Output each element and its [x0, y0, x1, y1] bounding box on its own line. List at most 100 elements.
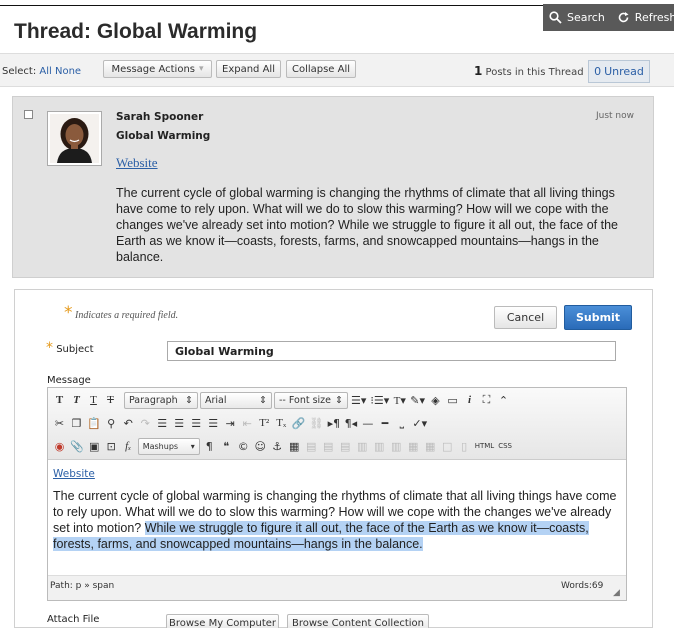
- thick-rule-icon[interactable]: ━: [377, 414, 392, 432]
- justify-icon[interactable]: ☰: [206, 414, 221, 432]
- select-controls: Select: All None: [2, 66, 81, 77]
- emoticon-icon[interactable]: ☺: [253, 437, 268, 455]
- post-select-checkbox[interactable]: [24, 110, 33, 119]
- cancel-button[interactable]: Cancel: [494, 306, 557, 329]
- editor-body[interactable]: The current cycle of global warming is c…: [53, 488, 618, 552]
- refresh-icon: [618, 12, 629, 23]
- strikethrough-icon[interactable]: T: [103, 391, 118, 409]
- table-props-icon[interactable]: □: [440, 437, 455, 455]
- toolbar-row-3: ◉ 📎 ▣ ⊡ fₓ Mashups ▾ ¶ ❝ © ☺ ⚓ ▦ ▤ ▤ ▤ ▥ …: [52, 436, 513, 456]
- top-action-bar: Search Refresh: [543, 4, 674, 31]
- font-select[interactable]: Arial ⇕: [200, 391, 272, 409]
- avatar: [47, 111, 102, 166]
- subject-input[interactable]: Global Warming: [167, 341, 616, 361]
- outdent-icon[interactable]: ⇤: [240, 414, 255, 432]
- link-icon[interactable]: 🔗: [291, 414, 307, 432]
- resize-grip-icon[interactable]: ◢: [613, 588, 623, 598]
- subject-label: * Subject: [46, 340, 94, 356]
- blockquote-icon[interactable]: ❝: [219, 437, 234, 455]
- horizontal-rule-icon[interactable]: —: [360, 414, 375, 432]
- paragraph-mark-icon[interactable]: ¶: [202, 437, 217, 455]
- underline-icon[interactable]: T: [86, 391, 101, 409]
- select-all-link[interactable]: All: [39, 66, 51, 77]
- indent-icon[interactable]: ⇥: [223, 414, 238, 432]
- search-button[interactable]: Search: [543, 11, 611, 24]
- font-size-select[interactable]: -- Font size ⇕: [274, 391, 348, 409]
- align-center-icon[interactable]: ☰: [172, 414, 187, 432]
- editor-toolbar: T T T T Paragraph ⇕ Arial ⇕ -- Font size ⇕ …: [48, 388, 626, 460]
- undo-icon[interactable]: ↶: [121, 414, 136, 432]
- numbered-list-icon[interactable]: ⁝☰▾: [369, 391, 390, 409]
- align-left-icon[interactable]: ☰: [155, 414, 170, 432]
- nonbreaking-space-icon[interactable]: ⎵: [394, 414, 409, 432]
- table-delete-col-icon[interactable]: ▥: [389, 437, 404, 455]
- collapse-toolbar-icon[interactable]: ⌃: [496, 391, 511, 409]
- chevron-updown-icon: ⇕: [185, 394, 193, 406]
- attach-file-label: Attach File: [47, 614, 100, 625]
- collapse-all-button[interactable]: Collapse All: [286, 60, 356, 78]
- post-website-link[interactable]: Website: [116, 155, 158, 171]
- table-merge-icon[interactable]: ▦: [423, 437, 438, 455]
- superscript-icon[interactable]: T²: [257, 414, 272, 432]
- bullet-list-icon[interactable]: ☰▾: [350, 391, 367, 409]
- highlight-icon[interactable]: ✎▾: [409, 391, 426, 409]
- required-star-icon: *: [46, 340, 53, 356]
- align-right-icon[interactable]: ☰: [189, 414, 204, 432]
- table-icon[interactable]: ▦: [287, 437, 302, 455]
- message-actions-label: Message Actions: [111, 63, 195, 75]
- message-actions-button[interactable]: Message Actions ▾: [103, 60, 212, 78]
- paragraph-select[interactable]: Paragraph ⇕: [124, 391, 198, 409]
- required-note: * Indicates a required field.: [64, 303, 178, 323]
- italic-icon[interactable]: T: [69, 391, 84, 409]
- table-split-icon[interactable]: ▦: [406, 437, 421, 455]
- table-row-before-icon[interactable]: ▤: [304, 437, 319, 455]
- table-delete-row-icon[interactable]: ▤: [338, 437, 353, 455]
- html-source-icon[interactable]: HTML: [474, 437, 495, 455]
- unread-button[interactable]: 0 Unread: [588, 60, 650, 83]
- eraser-icon[interactable]: ◈: [428, 391, 443, 409]
- redo-icon[interactable]: ↷: [138, 414, 153, 432]
- attachment-icon[interactable]: 📎: [69, 437, 85, 455]
- paste-icon[interactable]: 📋: [86, 414, 102, 432]
- table-row-after-icon[interactable]: ▤: [321, 437, 336, 455]
- table-col-before-icon[interactable]: ▥: [355, 437, 370, 455]
- preview-icon[interactable]: ▭: [445, 391, 460, 409]
- browse-my-computer-button[interactable]: Browse My Computer: [166, 614, 279, 628]
- fullscreen-icon[interactable]: ⛶: [479, 391, 494, 409]
- math-icon[interactable]: fₓ: [121, 437, 136, 455]
- toolbar-row-1: T T T T Paragraph ⇕ Arial ⇕ -- Font size ⇕ …: [52, 390, 511, 410]
- subscript-icon[interactable]: Tₓ: [274, 414, 289, 432]
- copyright-icon[interactable]: ©: [236, 437, 251, 455]
- table-cell-icon[interactable]: ▯: [457, 437, 472, 455]
- chevron-down-icon: ▾: [199, 64, 204, 74]
- text-color-icon[interactable]: T▾: [392, 391, 407, 409]
- expand-all-button[interactable]: Expand All: [216, 60, 281, 78]
- font-size-select-value: -- Font size: [279, 394, 331, 406]
- editor-website-link[interactable]: Website: [53, 468, 95, 480]
- copy-icon[interactable]: ❐: [69, 414, 84, 432]
- image-icon[interactable]: ▣: [87, 437, 102, 455]
- css-icon[interactable]: CSS: [497, 437, 513, 455]
- spellcheck-icon[interactable]: ✓▾: [411, 414, 428, 432]
- required-note-text: Indicates a required field.: [75, 310, 179, 321]
- unlink-icon[interactable]: ⛓: [308, 414, 324, 432]
- word-count: Words:69: [561, 581, 604, 591]
- info-icon[interactable]: i: [462, 391, 477, 409]
- find-icon[interactable]: ⚲: [104, 414, 119, 432]
- bold-icon[interactable]: T: [52, 391, 67, 409]
- browse-content-collection-button[interactable]: Browse Content Collection: [287, 614, 429, 628]
- cut-icon[interactable]: ✂: [52, 414, 67, 432]
- required-star-icon: *: [64, 303, 73, 323]
- refresh-button[interactable]: Refresh: [611, 11, 674, 24]
- select-none-link[interactable]: None: [55, 66, 81, 77]
- mashups-select[interactable]: Mashups ▾: [137, 437, 200, 455]
- media-icon[interactable]: ⊡: [104, 437, 119, 455]
- submit-button[interactable]: Submit: [564, 305, 632, 330]
- ltr-icon[interactable]: ▸¶: [326, 414, 341, 432]
- posts-count: 1 Posts in this Thread: [474, 64, 584, 78]
- record-icon[interactable]: ◉: [52, 437, 67, 455]
- select-label: Select:: [2, 66, 37, 77]
- table-col-after-icon[interactable]: ▥: [372, 437, 387, 455]
- anchor-icon[interactable]: ⚓: [270, 437, 285, 455]
- rtl-icon[interactable]: ¶◂: [343, 414, 358, 432]
